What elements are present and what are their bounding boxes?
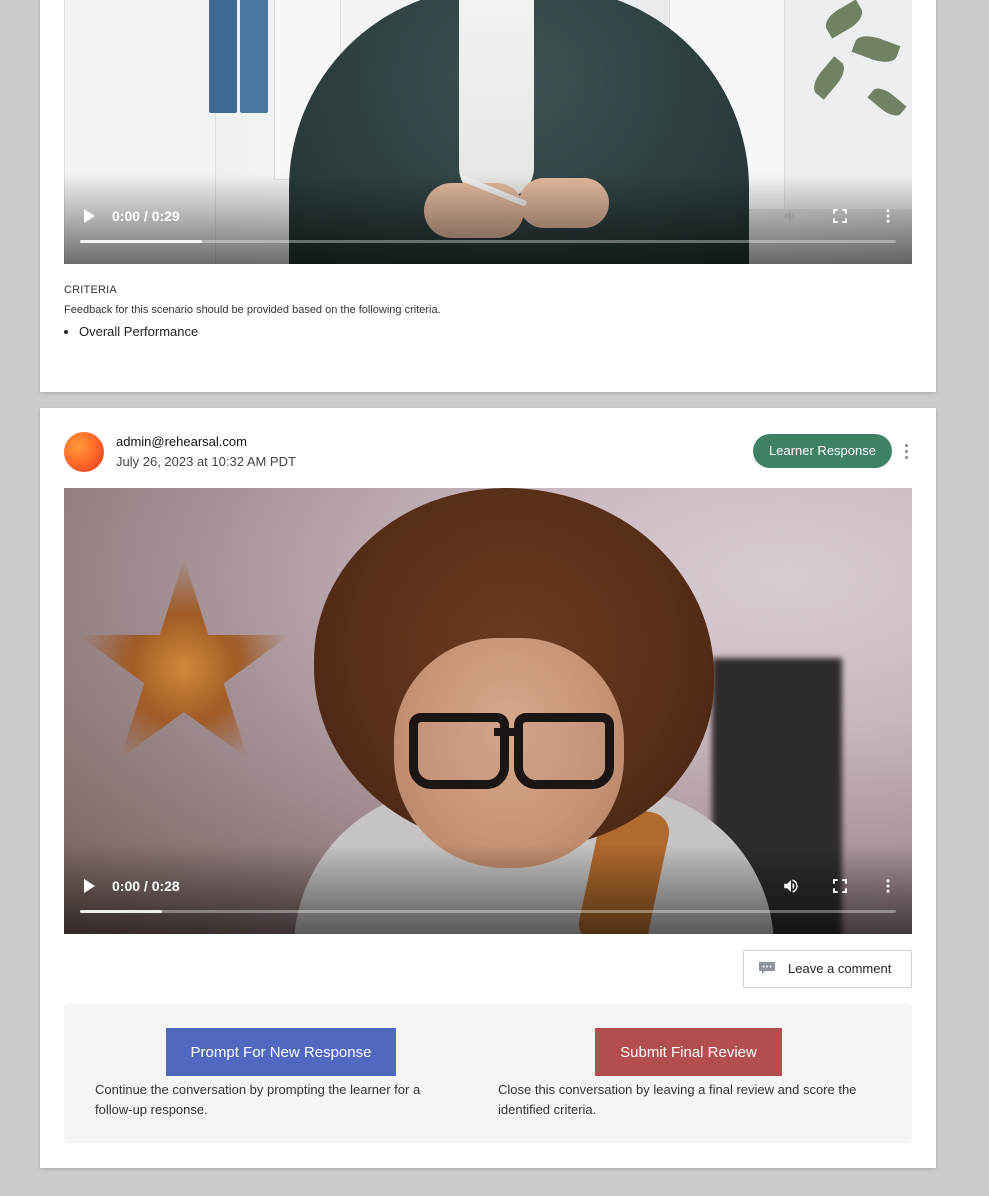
criteria-list: Overall Performance: [64, 324, 198, 339]
response-card: admin@rehearsal.com July 26, 2023 at 10:…: [40, 408, 936, 1168]
comment-icon: [759, 962, 775, 974]
video-progress-fill: [80, 910, 162, 913]
fullscreen-icon[interactable]: [831, 877, 849, 895]
video-progress-bar[interactable]: [80, 910, 896, 913]
video-time: 0:00 / 0:28: [112, 878, 180, 894]
more-options-icon[interactable]: [879, 877, 897, 895]
criteria-heading: CRITERIA: [64, 284, 117, 296]
more-options-icon[interactable]: [879, 207, 897, 225]
response-video-player[interactable]: 0:00 / 0:28: [64, 488, 912, 934]
prompt-card: 0:00 / 0:29 CRITERIA Feedback for this s…: [40, 0, 936, 392]
video-progress-bar[interactable]: [80, 240, 896, 243]
video-time: 0:00 / 0:29: [112, 208, 180, 224]
criteria-item: Overall Performance: [79, 324, 198, 339]
fullscreen-icon[interactable]: [831, 207, 849, 225]
submit-help-text: Close this conversation by leaving a fin…: [498, 1082, 857, 1117]
learner-response-badge: Learner Response: [753, 434, 892, 468]
volume-icon[interactable]: [782, 207, 800, 225]
leave-comment-button[interactable]: Leave a comment: [743, 950, 912, 988]
prompt-help-text: Continue the conversation by prompting t…: [95, 1082, 421, 1117]
kebab-menu-icon[interactable]: [904, 444, 910, 460]
author-email: admin@rehearsal.com: [116, 434, 247, 449]
play-icon[interactable]: [84, 879, 95, 893]
video-progress-fill: [80, 240, 203, 243]
prompt-video-player[interactable]: 0:00 / 0:29: [64, 0, 912, 264]
post-date: July 26, 2023 at 10:32 AM PDT: [116, 454, 296, 469]
criteria-description: Feedback for this scenario should be pro…: [64, 304, 441, 316]
review-actions-panel: Prompt For New Response Continue the con…: [64, 1004, 912, 1143]
volume-icon[interactable]: [782, 877, 800, 895]
submit-final-review-button[interactable]: Submit Final Review: [595, 1028, 782, 1076]
leave-comment-label: Leave a comment: [788, 961, 892, 976]
prompt-new-response-button[interactable]: Prompt For New Response: [166, 1028, 396, 1076]
avatar: [64, 432, 104, 472]
play-icon[interactable]: [84, 209, 95, 223]
